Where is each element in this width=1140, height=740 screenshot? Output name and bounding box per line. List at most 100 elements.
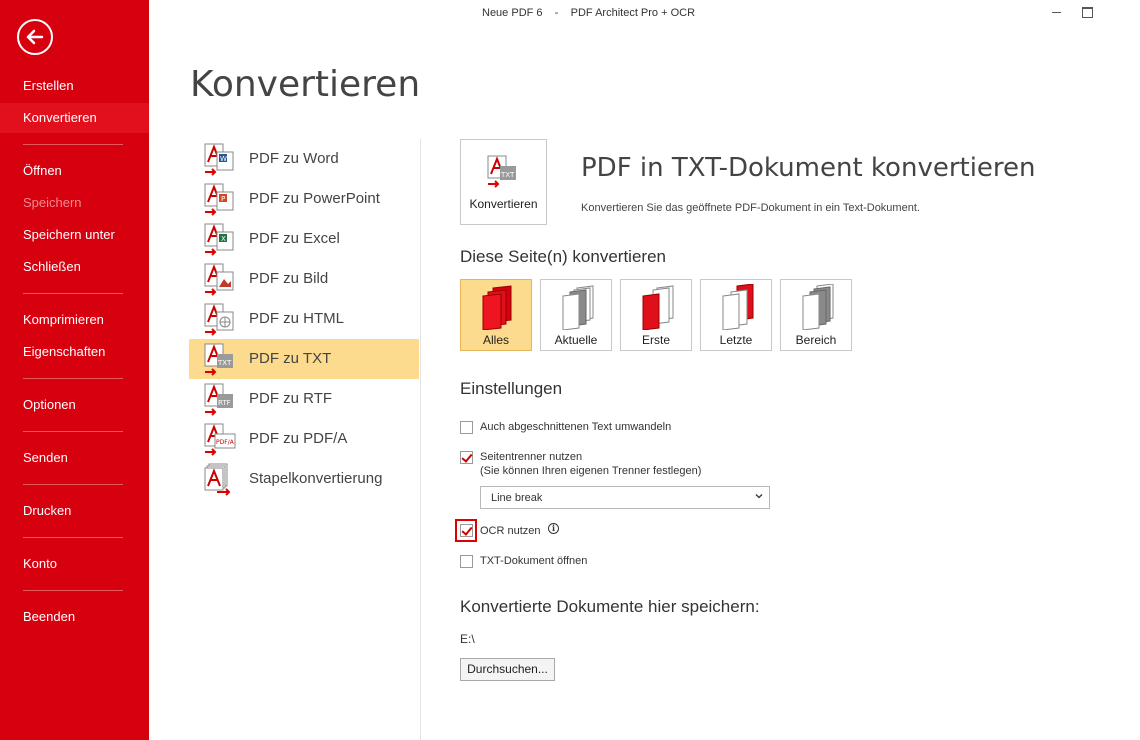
browse-button[interactable]: Durchsuchen... bbox=[460, 658, 555, 681]
pdf-to-rtf-icon: RTF bbox=[204, 383, 233, 416]
svg-text:W: W bbox=[220, 155, 227, 163]
pdf-to-pdfa-icon: PDF/A bbox=[204, 423, 236, 456]
window-title: Neue PDF 6 - PDF Architect Pro + OCR bbox=[482, 7, 696, 19]
page-title: Konvertieren bbox=[190, 64, 421, 105]
svg-text:PDF/A: PDF/A bbox=[216, 439, 235, 446]
pdf-to-powerpoint-icon: P bbox=[204, 183, 234, 216]
page-option-label: Erste bbox=[641, 333, 670, 347]
title-bar: Neue PDF 6 - PDF Architect Pro + OCR bbox=[149, 0, 1140, 28]
separator-value: Line break bbox=[491, 492, 543, 504]
format-item-image[interactable]: PDF zu Bild bbox=[189, 259, 419, 299]
separator-select[interactable]: Line break bbox=[480, 486, 770, 509]
format-item-html[interactable]: PDF zu HTML bbox=[189, 299, 419, 339]
page-range-icon bbox=[802, 284, 834, 330]
svg-text:P: P bbox=[221, 195, 225, 203]
format-label: PDF zu PowerPoint bbox=[249, 190, 380, 207]
minimize-button[interactable] bbox=[1045, 2, 1069, 22]
svg-text:X: X bbox=[221, 235, 226, 243]
nav-oeffnen[interactable]: Öffnen bbox=[0, 156, 149, 186]
nav-separator bbox=[23, 431, 123, 432]
format-label: PDF zu PDF/A bbox=[249, 430, 348, 447]
nav-optionen[interactable]: Optionen bbox=[0, 390, 149, 420]
last-page-icon bbox=[722, 284, 754, 330]
format-item-pdfa[interactable]: PDF/A PDF zu PDF/A bbox=[189, 419, 419, 459]
ocr-label: OCR nutzen bbox=[480, 525, 541, 537]
nav-speichern-unter[interactable]: Speichern unter bbox=[0, 220, 149, 250]
convert-button-label: Konvertieren bbox=[469, 197, 538, 211]
format-list: W PDF zu Word P PDF zu PowerPoint X PDF … bbox=[189, 139, 419, 499]
current-page-icon bbox=[562, 285, 594, 330]
info-icon[interactable]: i bbox=[548, 523, 559, 534]
ocr-checkbox[interactable] bbox=[460, 524, 473, 537]
panel-title: PDF in TXT-Dokument konvertieren bbox=[581, 153, 1036, 183]
format-label: PDF zu Word bbox=[249, 150, 339, 167]
page-option-label: Bereich bbox=[795, 333, 837, 347]
format-label: PDF zu HTML bbox=[249, 310, 345, 327]
panel-description: Konvertieren Sie das geöffnete PDF-Dokum… bbox=[581, 202, 920, 214]
nav-separator bbox=[23, 484, 123, 485]
page-option-label: Aktuelle bbox=[554, 333, 598, 347]
cut-text-checkbox[interactable] bbox=[460, 421, 473, 434]
nav-komprimieren[interactable]: Komprimieren bbox=[0, 305, 149, 335]
save-heading: Konvertierte Dokumente hier speichern: bbox=[460, 597, 760, 616]
nav-konto[interactable]: Konto bbox=[0, 549, 149, 579]
page-separator-checkbox[interactable] bbox=[460, 451, 473, 464]
page-option-current[interactable]: Aktuelle bbox=[540, 279, 612, 351]
pages-heading: Diese Seite(n) konvertieren bbox=[460, 247, 666, 266]
nav-erstellen[interactable]: Erstellen bbox=[0, 71, 149, 101]
page-option-last[interactable]: Letzte bbox=[700, 279, 772, 351]
save-path: E:\ bbox=[460, 632, 475, 646]
pdf-to-word-icon: W bbox=[204, 143, 234, 176]
all-pages-icon bbox=[482, 285, 512, 330]
format-item-word[interactable]: W PDF zu Word bbox=[189, 139, 419, 179]
app-window: Erstellen Konvertieren Öffnen Speichern … bbox=[0, 0, 1140, 740]
nav-separator bbox=[23, 378, 123, 379]
pdf-to-txt-icon: TXT bbox=[487, 155, 516, 188]
format-label: PDF zu TXT bbox=[249, 350, 332, 367]
page-separator-sublabel: (Sie können Ihren eigenen Trenner festle… bbox=[480, 465, 702, 477]
nav-separator bbox=[23, 144, 123, 145]
format-item-excel[interactable]: X PDF zu Excel bbox=[189, 219, 419, 259]
svg-text:RTF: RTF bbox=[218, 399, 231, 407]
open-txt-label: TXT-Dokument öffnen bbox=[480, 555, 588, 567]
format-item-txt[interactable]: TXT PDF zu TXT bbox=[189, 339, 419, 379]
nav-drucken[interactable]: Drucken bbox=[0, 496, 149, 526]
svg-text:TXT: TXT bbox=[217, 359, 232, 367]
page-option-first[interactable]: Erste bbox=[620, 279, 692, 351]
page-option-all[interactable]: Alles bbox=[460, 279, 532, 351]
nav-konvertieren[interactable]: Konvertieren bbox=[0, 103, 149, 133]
page-separator-label: Seitentrenner nutzen bbox=[480, 451, 583, 463]
nav-beenden[interactable]: Beenden bbox=[0, 602, 149, 632]
page-option-label: Alles bbox=[482, 333, 509, 347]
maximize-button[interactable] bbox=[1075, 2, 1099, 22]
page-option-range[interactable]: Bereich bbox=[780, 279, 852, 351]
format-label: PDF zu RTF bbox=[249, 390, 333, 407]
format-item-powerpoint[interactable]: P PDF zu PowerPoint bbox=[189, 179, 419, 219]
batch-convert-icon bbox=[204, 463, 231, 496]
nav-speichern: Speichern bbox=[23, 195, 82, 210]
nav-senden[interactable]: Senden bbox=[0, 443, 149, 473]
arrow-left-icon bbox=[26, 29, 44, 45]
nav-separator bbox=[23, 537, 123, 538]
convert-button[interactable]: TXT Konvertieren bbox=[460, 139, 547, 225]
pdf-to-image-icon bbox=[204, 263, 234, 296]
cut-text-label: Auch abgeschnittenen Text umwandeln bbox=[480, 421, 672, 433]
nav-schliessen[interactable]: Schließen bbox=[0, 252, 149, 282]
panel-divider bbox=[420, 139, 421, 740]
first-page-icon bbox=[642, 285, 674, 330]
format-label: PDF zu Excel bbox=[249, 230, 340, 247]
format-label: PDF zu Bild bbox=[249, 270, 329, 287]
format-item-batch[interactable]: Stapelkonvertierung bbox=[189, 459, 419, 499]
page-option-label: Letzte bbox=[719, 333, 753, 347]
format-item-rtf[interactable]: RTF PDF zu RTF bbox=[189, 379, 419, 419]
svg-text:TXT: TXT bbox=[500, 171, 515, 179]
chevron-down-icon bbox=[755, 494, 763, 499]
pdf-to-excel-icon: X bbox=[204, 223, 234, 256]
open-txt-checkbox[interactable] bbox=[460, 555, 473, 568]
nav-eigenschaften[interactable]: Eigenschaften bbox=[0, 337, 149, 367]
pdf-to-txt-icon: TXT bbox=[204, 343, 233, 376]
format-label: Stapelkonvertierung bbox=[249, 470, 383, 487]
nav-separator bbox=[23, 293, 123, 294]
pdf-to-html-icon bbox=[204, 303, 234, 336]
back-button[interactable] bbox=[17, 19, 53, 55]
